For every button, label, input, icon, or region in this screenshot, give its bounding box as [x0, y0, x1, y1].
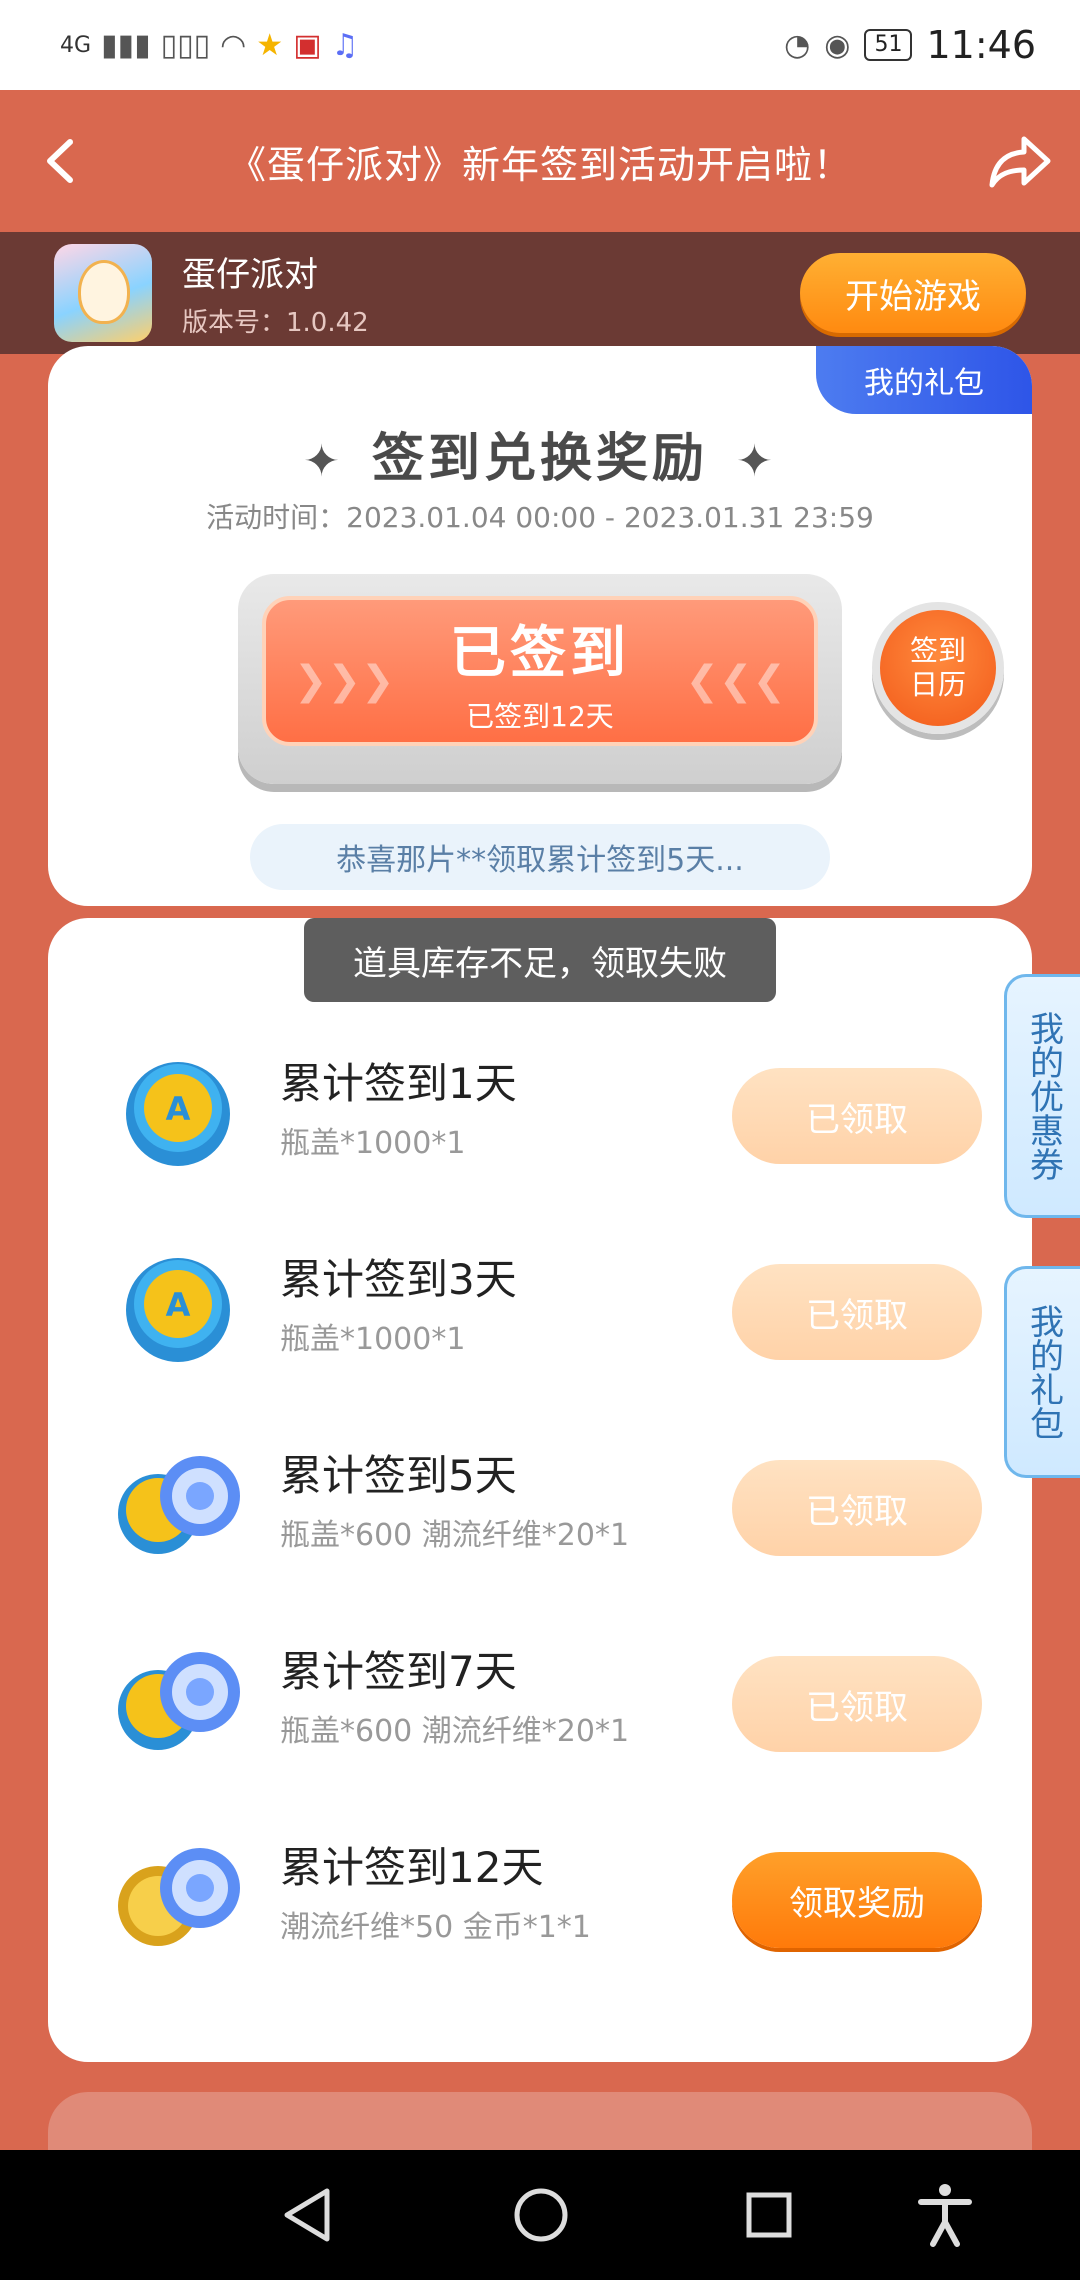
game-app-icon[interactable]	[54, 244, 152, 342]
wifi-icon: ◠	[220, 27, 247, 63]
circle-home-icon	[514, 2188, 568, 2242]
checkin-button-frame: ❯❯❯ ❮❮❮ 已签到 已签到12天	[238, 574, 842, 784]
checkin-days: 已签到12天	[466, 699, 614, 733]
congrats-ticker: 恭喜那片**领取累计签到5天...	[250, 824, 830, 890]
share-button[interactable]	[960, 90, 1080, 232]
checkin-button[interactable]: ❯❯❯ ❮❮❮ 已签到 已签到12天	[262, 596, 818, 746]
page-title: 《蛋仔派对》新年签到活动开启啦！	[227, 142, 852, 187]
coin-and-fiber-icon	[118, 1848, 240, 1946]
data-saver-icon: ◔	[784, 27, 811, 63]
reward-row: 累计签到5天 瓶盖*600 潮流纤维*20*1 已领取	[48, 1420, 1032, 1590]
eye-icon: ◉	[824, 27, 851, 63]
back-arrow-icon	[47, 139, 73, 183]
my-coupons-tab[interactable]: 我的优惠券	[1004, 974, 1080, 1218]
music-app-icon: ♫	[331, 27, 359, 63]
my-gifts-label: 我的礼包	[1023, 1304, 1064, 1440]
game-version: 版本号：1.0.42	[182, 308, 369, 338]
error-toast: 道具库存不足，领取失败	[304, 918, 776, 1002]
nav-home-button[interactable]	[506, 2180, 576, 2250]
rewards-card: 道具库存不足，领取失败 A 累计签到1天 瓶盖*1000*1 已领取 A 累计签…	[48, 918, 1032, 2062]
nav-back-button[interactable]	[272, 2180, 342, 2250]
activity-time: 活动时间：2023.01.04 00:00 - 2023.01.31 23:59	[206, 501, 874, 534]
reward-desc: 瓶盖*1000*1	[280, 1322, 466, 1357]
reward-desc: 瓶盖*600 潮流纤维*20*1	[280, 1714, 630, 1749]
square-recents-icon	[746, 2192, 792, 2238]
cap-and-fiber-icon	[118, 1652, 240, 1750]
reward-desc: 瓶盖*1000*1	[280, 1126, 466, 1161]
reward-row: 累计签到7天 瓶盖*600 潮流纤维*20*1 已领取	[48, 1616, 1032, 1786]
star-app-icon: ★	[256, 27, 284, 63]
battery-icon: 51	[864, 29, 913, 61]
status-left: 4G ▮▮▮ ▯▯▯ ◠ ★ ▣ ♫	[60, 28, 358, 63]
reward-row: 累计签到12天 潮流纤维*50 金币*1*1 领取奖励	[48, 1812, 1032, 1982]
status-bar: 4G ▮▮▮ ▯▯▯ ◠ ★ ▣ ♫ ◔ ◉ 51 11:46	[0, 0, 1080, 90]
claimed-button[interactable]: 已领取	[732, 1264, 982, 1360]
checkin-calendar-button[interactable]: 签到 日历	[872, 602, 1004, 734]
reward-desc: 潮流纤维*50 金币*1*1	[280, 1910, 591, 1945]
bottle-cap-icon: A	[126, 1062, 230, 1166]
checkin-heading: ✦ 签到兑换奖励 ✦	[48, 416, 1032, 491]
claim-reward-button[interactable]: 领取奖励	[732, 1852, 982, 1948]
reward-desc: 瓶盖*600 潮流纤维*20*1	[280, 1518, 630, 1553]
bottle-cap-icon: A	[126, 1258, 230, 1362]
chevrons-left-icon: ❮❮❮	[685, 658, 786, 704]
status-right: ◔ ◉ 51 11:46	[784, 23, 1036, 67]
calendar-line-2: 日历	[909, 668, 966, 701]
triangle-back-icon	[284, 2188, 330, 2242]
accessibility-icon	[918, 2184, 972, 2247]
my-gift-tab[interactable]: 我的礼包	[816, 346, 1032, 414]
calendar-line-1: 签到	[909, 634, 966, 667]
back-button[interactable]	[0, 90, 120, 232]
reward-title: 累计签到7天	[280, 1647, 517, 1696]
nav-recents-button[interactable]	[734, 2180, 804, 2250]
signal-icon-2: ▯▯▯	[160, 27, 211, 63]
svg-text:A: A	[166, 1286, 191, 1324]
claimed-button[interactable]: 已领取	[732, 1656, 982, 1752]
cap-and-fiber-icon	[118, 1456, 240, 1554]
reward-row: A 累计签到3天 瓶盖*1000*1 已领取	[48, 1224, 1032, 1394]
claimed-button[interactable]: 已领取	[732, 1460, 982, 1556]
share-icon	[989, 136, 1051, 188]
navigation-bar	[0, 2150, 1080, 2280]
reward-title: 累计签到1天	[280, 1059, 517, 1108]
start-game-button[interactable]: 开始游戏	[800, 253, 1026, 333]
title-bar: 《蛋仔派对》新年签到活动开启啦！	[0, 90, 1080, 232]
my-coupons-label: 我的优惠券	[1023, 1011, 1064, 1181]
my-gifts-side-tab[interactable]: 我的礼包	[1004, 1266, 1080, 1478]
checkin-card: 我的礼包 ✦ 签到兑换奖励 ✦ 活动时间：2023.01.04 00:00 - 20…	[48, 346, 1032, 906]
book-app-icon: ▣	[293, 27, 322, 63]
reward-row: A 累计签到1天 瓶盖*1000*1 已领取	[48, 1028, 1032, 1198]
reward-title: 累计签到3天	[280, 1255, 517, 1304]
game-meta: 蛋仔派对 版本号：1.0.42	[182, 247, 369, 339]
checkin-calendar-label: 签到 日历	[910, 634, 966, 702]
claimed-button[interactable]: 已领取	[732, 1068, 982, 1164]
checkin-button-title: 已签到	[450, 620, 630, 686]
game-name: 蛋仔派对	[182, 255, 318, 295]
signal-icon: ▮▮▮	[101, 27, 151, 63]
clock: 11:46	[926, 23, 1036, 67]
accessibility-button[interactable]	[910, 2180, 980, 2250]
network-label: 4G	[60, 32, 92, 58]
reward-title: 累计签到12天	[280, 1843, 544, 1892]
checkin-heading-text: 签到兑换奖励	[371, 429, 708, 489]
sparkle-icon: ✦	[736, 436, 777, 487]
game-bar: 蛋仔派对 版本号：1.0.42 开始游戏	[0, 232, 1080, 354]
svg-text:A: A	[166, 1090, 191, 1128]
chevrons-right-icon: ❯❯❯	[294, 658, 395, 704]
sparkle-icon: ✦	[303, 436, 344, 487]
reward-title: 累计签到5天	[280, 1451, 517, 1500]
